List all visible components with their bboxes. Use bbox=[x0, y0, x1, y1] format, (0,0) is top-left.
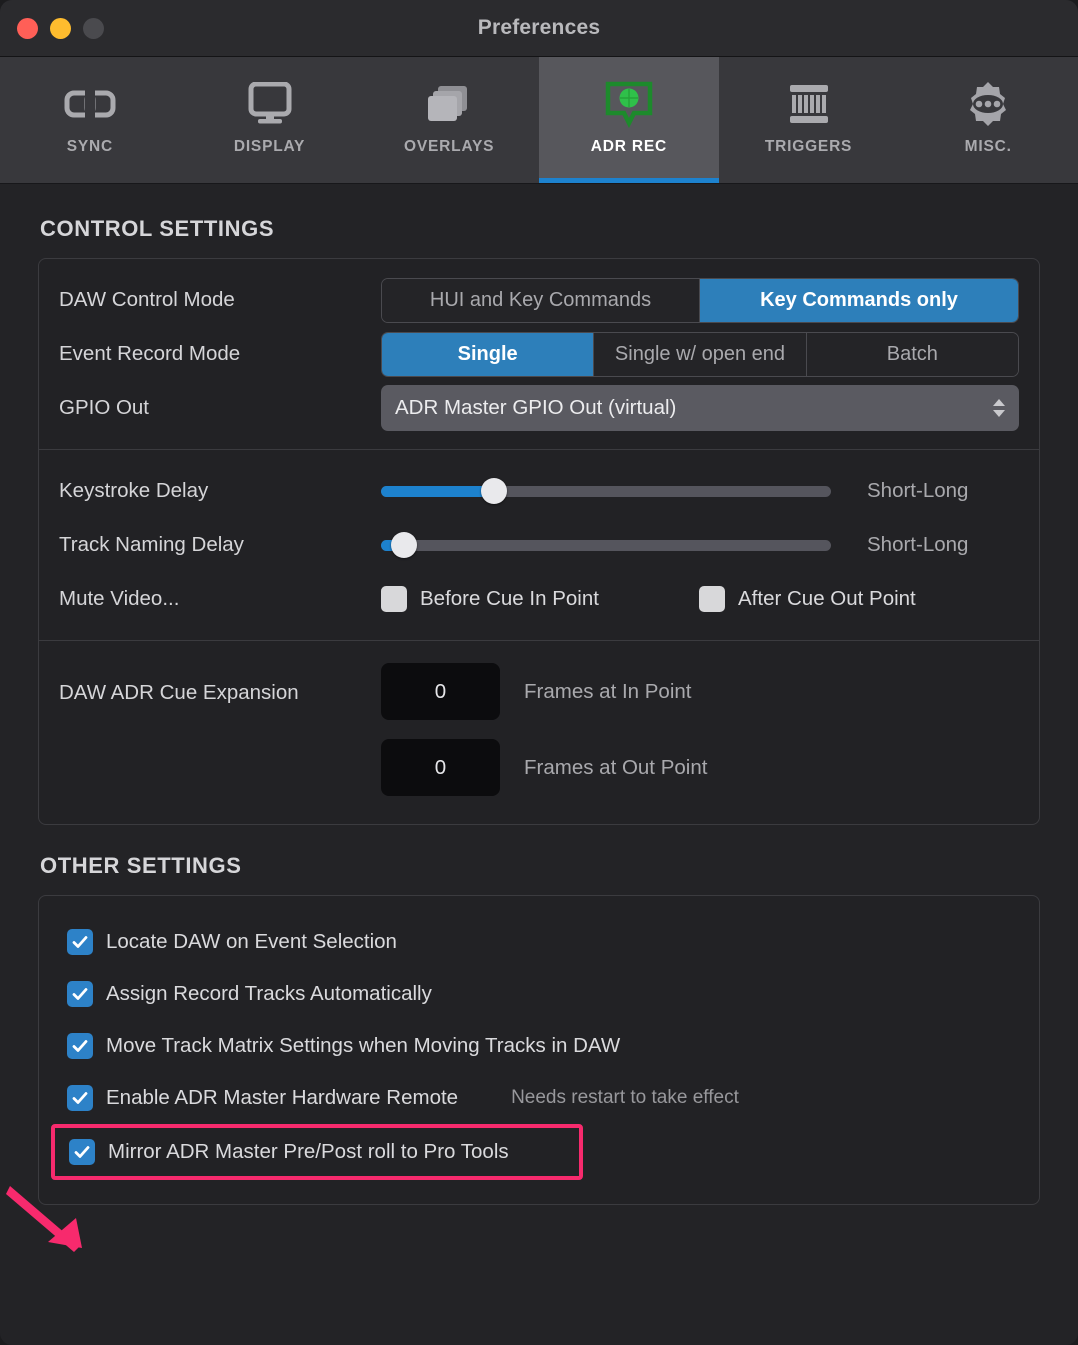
title-bar: Preferences bbox=[0, 0, 1078, 57]
segment-batch[interactable]: Batch bbox=[806, 332, 1018, 376]
frames-at-out-point-caption: Frames at Out Point bbox=[524, 755, 708, 779]
checkbox-after-cue-out[interactable] bbox=[699, 586, 725, 612]
tab-label-triggers: TRIGGERS bbox=[764, 138, 853, 155]
slider-track bbox=[381, 539, 831, 551]
mute-video-label: Mute Video... bbox=[59, 587, 180, 610]
tab-triggers[interactable]: TRIGGERS bbox=[719, 57, 899, 183]
mute-before-cue-in-label: Before Cue In Point bbox=[420, 587, 599, 610]
tab-label-misc: MISC. bbox=[964, 138, 1012, 155]
tab-label-adr-rec: ADR REC bbox=[590, 138, 667, 155]
midi-icon bbox=[784, 79, 834, 129]
control-settings-heading: CONTROL SETTINGS bbox=[40, 216, 275, 241]
control-modes-block: DAW Control Mode HUI and Key Commands Ke… bbox=[39, 259, 1039, 449]
gpio-out-row: GPIO Out ADR Master GPIO Out (virtual) bbox=[59, 381, 1019, 435]
track-naming-delay-slider[interactable] bbox=[381, 530, 831, 560]
option-enable-hardware-remote[interactable]: Enable ADR Master Hardware Remote Needs … bbox=[67, 1072, 1011, 1124]
tab-label-display: DISPLAY bbox=[233, 138, 306, 155]
other-settings-list: Locate DAW on Event Selection Assign Rec… bbox=[39, 896, 1039, 1204]
gpio-out-value: ADR Master GPIO Out (virtual) bbox=[395, 396, 677, 419]
mute-after-cue-out-item[interactable]: After Cue Out Point bbox=[699, 586, 916, 612]
event-record-mode-label: Event Record Mode bbox=[59, 342, 241, 365]
control-settings-panel: DAW Control Mode HUI and Key Commands Ke… bbox=[38, 258, 1040, 825]
checkbox-enable-hardware-remote[interactable] bbox=[67, 1085, 93, 1111]
frames-at-in-point-input[interactable]: 0 bbox=[381, 663, 500, 720]
cue-expansion-label: DAW ADR Cue Expansion bbox=[59, 681, 299, 704]
daw-control-mode-segmented[interactable]: HUI and Key Commands Key Commands only bbox=[381, 277, 1019, 323]
other-settings-panel: Locate DAW on Event Selection Assign Rec… bbox=[38, 895, 1040, 1205]
option-label-locate-daw: Locate DAW on Event Selection bbox=[106, 930, 397, 953]
keystroke-delay-label: Keystroke Delay bbox=[59, 479, 209, 502]
checkbox-assign-record-tracks[interactable] bbox=[67, 981, 93, 1007]
frames-out-row: 0 Frames at Out Point bbox=[381, 739, 707, 796]
tab-overlays[interactable]: OVERLAYS bbox=[359, 57, 539, 183]
tab-misc[interactable]: MISC. bbox=[898, 57, 1078, 183]
frames-at-in-point-caption: Frames at In Point bbox=[524, 679, 692, 703]
mute-after-cue-out-label: After Cue Out Point bbox=[738, 587, 916, 610]
tab-display[interactable]: DISPLAY bbox=[180, 57, 360, 183]
keystroke-delay-row: Keystroke Delay Short-Long bbox=[59, 464, 1019, 518]
frames-in-row: 0 Frames at In Point bbox=[381, 663, 707, 720]
option-move-track-matrix[interactable]: Move Track Matrix Settings when Moving T… bbox=[67, 1020, 1011, 1072]
segment-single[interactable]: Single bbox=[382, 332, 595, 376]
checkbox-move-track-matrix[interactable] bbox=[67, 1033, 93, 1059]
track-naming-delay-row: Track Naming Delay Short-Long bbox=[59, 518, 1019, 572]
preferences-toolbar: SYNC DISPLAY OVERLAYS ADR REC TRIGGERS M… bbox=[0, 57, 1078, 184]
gear-icon bbox=[963, 79, 1013, 129]
other-settings-heading: OTHER SETTINGS bbox=[40, 853, 242, 878]
keystroke-delay-caption: Short-Long bbox=[867, 479, 969, 502]
segment-hui-and-key-commands[interactable]: HUI and Key Commands bbox=[382, 278, 700, 322]
preferences-content: CONTROL SETTINGS DAW Control Mode HUI an… bbox=[0, 184, 1078, 1345]
mute-video-row: Mute Video... Before Cue In Point After … bbox=[59, 572, 1019, 626]
option-label-enable-hardware-remote: Enable ADR Master Hardware Remote bbox=[106, 1086, 459, 1109]
layers-icon bbox=[424, 79, 474, 129]
event-record-mode-segmented[interactable]: Single Single w/ open end Batch bbox=[381, 331, 1019, 377]
option-label-assign-record-tracks: Assign Record Tracks Automatically bbox=[106, 982, 432, 1005]
segment-single-open-end[interactable]: Single w/ open end bbox=[594, 332, 807, 376]
daw-control-mode-row: DAW Control Mode HUI and Key Commands Ke… bbox=[59, 273, 1019, 327]
keystroke-delay-slider[interactable] bbox=[381, 476, 831, 506]
segment-key-commands-only[interactable]: Key Commands only bbox=[700, 278, 1018, 322]
tab-adr-rec[interactable]: ADR REC bbox=[539, 57, 719, 183]
window-title: Preferences bbox=[477, 16, 601, 39]
link-icon bbox=[64, 79, 116, 129]
mute-before-cue-in-item[interactable]: Before Cue In Point bbox=[381, 586, 699, 612]
chevron-updown-icon bbox=[993, 399, 1005, 417]
checkbox-before-cue-in[interactable] bbox=[381, 586, 407, 612]
close-window-button[interactable] bbox=[17, 17, 38, 39]
slider-thumb[interactable] bbox=[390, 532, 417, 558]
option-locate-daw[interactable]: Locate DAW on Event Selection bbox=[67, 916, 1011, 968]
option-note-needs-restart: Needs restart to take effect bbox=[511, 1087, 739, 1108]
gpio-out-dropdown[interactable]: ADR Master GPIO Out (virtual) bbox=[381, 385, 1019, 431]
traffic-light-buttons bbox=[17, 17, 104, 39]
option-mirror-prepost-roll[interactable]: Mirror ADR Master Pre/Post roll to Pro T… bbox=[51, 1124, 583, 1180]
event-record-mode-row: Event Record Mode Single Single w/ open … bbox=[59, 327, 1019, 381]
monitor-icon bbox=[246, 79, 294, 129]
slider-fill bbox=[381, 485, 494, 497]
tab-label-overlays: OVERLAYS bbox=[404, 138, 495, 155]
option-assign-record-tracks[interactable]: Assign Record Tracks Automatically bbox=[67, 968, 1011, 1020]
adr-cue-icon bbox=[603, 79, 655, 129]
preferences-window: Preferences SYNC DISPLAY OVERLAYS ADR RE… bbox=[0, 0, 1078, 1345]
checkbox-locate-daw[interactable] bbox=[67, 929, 93, 955]
mute-video-options: Before Cue In Point After Cue Out Point bbox=[381, 586, 1019, 612]
option-label-move-track-matrix: Move Track Matrix Settings when Moving T… bbox=[106, 1034, 621, 1057]
delays-block: Keystroke Delay Short-Long Track Naming … bbox=[39, 449, 1039, 640]
slider-thumb[interactable] bbox=[480, 478, 507, 504]
tab-label-sync: SYNC bbox=[66, 138, 113, 155]
frames-at-out-point-input[interactable]: 0 bbox=[381, 739, 500, 796]
daw-control-mode-label: DAW Control Mode bbox=[59, 288, 235, 311]
tab-sync[interactable]: SYNC bbox=[0, 57, 180, 183]
option-label-mirror-prepost-roll: Mirror ADR Master Pre/Post roll to Pro T… bbox=[108, 1140, 509, 1163]
track-naming-delay-caption: Short-Long bbox=[867, 533, 969, 556]
checkbox-mirror-prepost-roll[interactable] bbox=[69, 1139, 95, 1165]
minimize-window-button[interactable] bbox=[50, 17, 71, 39]
cue-expansion-block: DAW ADR Cue Expansion 0 Frames at In Poi… bbox=[39, 640, 1039, 824]
cue-expansion-fields: 0 Frames at In Point 0 Frames at Out Poi… bbox=[381, 663, 707, 796]
track-naming-delay-label: Track Naming Delay bbox=[59, 533, 244, 556]
cue-expansion-row: DAW ADR Cue Expansion 0 Frames at In Poi… bbox=[59, 663, 1019, 796]
zoom-window-button[interactable] bbox=[83, 17, 104, 39]
gpio-out-label: GPIO Out bbox=[59, 396, 149, 419]
